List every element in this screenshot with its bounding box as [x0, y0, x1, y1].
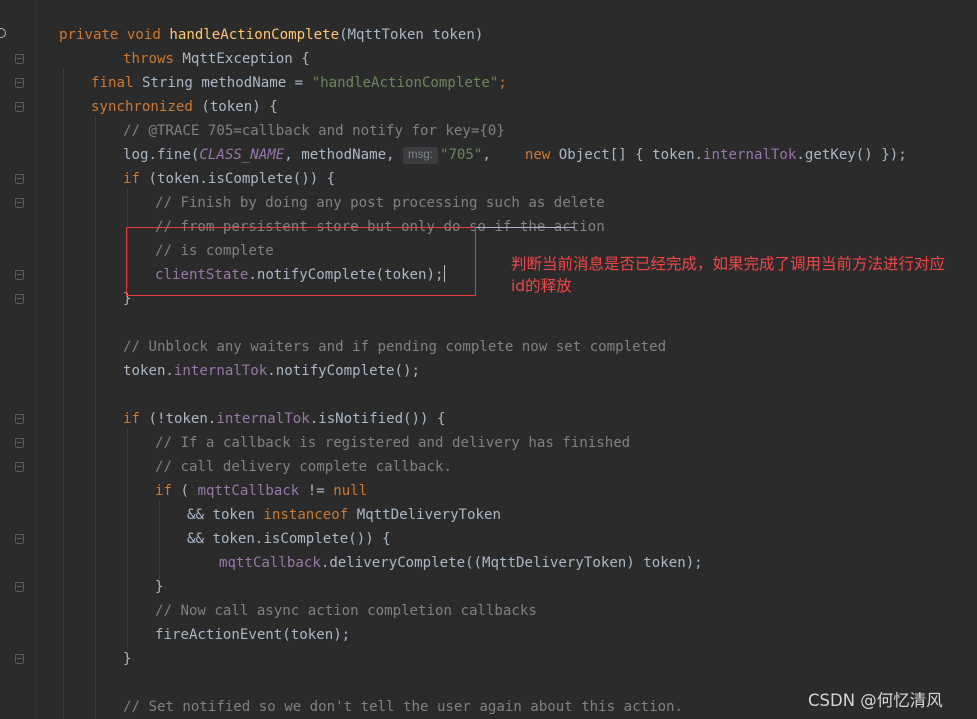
code-line[interactable]: && token instanceof MqttDeliveryToken — [187, 503, 501, 527]
keyword: throws — [123, 51, 174, 67]
code-line[interactable]: if (!token.internalTok.isNotified()) { — [123, 407, 445, 431]
code-text: , methodName, — [284, 147, 404, 163]
fold-icon[interactable] — [15, 534, 24, 544]
fold-icon[interactable] — [15, 198, 24, 208]
gutter-divider — [36, 0, 37, 719]
code-comment[interactable]: // Now call async action completion call… — [155, 599, 537, 623]
code-text: MqttDeliveryToken — [356, 507, 501, 523]
field-name: mqttCallback — [197, 483, 300, 499]
code-line[interactable]: fireActionEvent(token); — [155, 623, 350, 647]
method-name: handleActionComplete — [169, 27, 340, 43]
code-text: token. — [123, 363, 174, 379]
code-line[interactable]: private void handleActionComplete(MqttTo… — [59, 23, 483, 47]
keyword: instanceof — [263, 507, 349, 523]
field-name: mqttCallback — [219, 555, 321, 571]
code-line[interactable]: if (token.isComplete()) { — [123, 167, 335, 191]
code-text: && token.isComplete()) { — [187, 531, 391, 547]
code-line[interactable]: log.fine(CLASS_NAME, methodName, msg: "70… — [123, 143, 907, 167]
field-name: internalTok — [703, 147, 797, 163]
indent-guide — [95, 116, 96, 719]
code-comment[interactable]: // @TRACE 705=callback and notify for ke… — [123, 119, 505, 143]
fold-icon[interactable] — [15, 462, 24, 472]
fold-icon[interactable] — [15, 654, 24, 664]
code-text: } — [155, 579, 164, 595]
indent-guide — [159, 500, 160, 580]
fold-icon[interactable] — [15, 582, 24, 592]
field-name: internalTok — [173, 363, 268, 379]
fold-icon[interactable] — [15, 414, 24, 424]
code-text: fireActionEvent(token); — [155, 627, 351, 643]
fold-icon[interactable] — [15, 294, 24, 304]
code-text: (MqttToken token) — [339, 27, 484, 43]
gutter-marker-icon[interactable] — [0, 28, 6, 38]
code-line[interactable]: final String methodName = "handleActionC… — [91, 71, 507, 95]
code-text: && token — [187, 507, 264, 523]
keyword: if — [155, 483, 172, 499]
code-comment[interactable]: // Set notified so we don't tell the use… — [123, 695, 683, 719]
code-comment[interactable]: // Unblock any waiters and if pending co… — [123, 335, 666, 359]
keyword: if — [123, 411, 140, 427]
code-text: .notifyComplete(); — [267, 363, 420, 379]
code-text: != — [299, 483, 334, 499]
code-line[interactable]: mqttCallback.deliveryComplete((MqttDeliv… — [219, 551, 703, 575]
keyword: synchronized — [91, 99, 193, 115]
code-line[interactable]: if ( mqttCallback != null — [155, 479, 367, 503]
code-line[interactable]: && token.isComplete()) { — [187, 527, 391, 551]
code-line[interactable]: throws MqttException { — [123, 47, 310, 71]
code-text: MqttException { — [182, 51, 310, 67]
fold-icon[interactable] — [15, 174, 24, 184]
string-literal: "705" — [439, 147, 483, 163]
code-line[interactable]: } — [155, 575, 164, 599]
keyword: private — [59, 27, 119, 43]
keyword: new — [524, 147, 551, 163]
fold-icon[interactable] — [15, 270, 24, 280]
code-text: Object[] { token. — [558, 147, 704, 163]
code-text: log.fine( — [123, 147, 200, 163]
fold-icon[interactable] — [15, 102, 24, 112]
code-comment[interactable]: // Finish by doing any post processing s… — [155, 191, 605, 215]
fold-icon[interactable] — [15, 438, 24, 448]
code-text: String methodName = — [141, 75, 312, 91]
code-text: .deliveryComplete((MqttDeliveryToken) to… — [320, 555, 703, 571]
indent-guide — [63, 68, 64, 719]
code-text: (token.isComplete()) { — [148, 171, 336, 187]
code-text: ; — [498, 75, 507, 91]
code-line[interactable]: synchronized (token) { — [91, 95, 278, 119]
code-line[interactable]: } — [123, 647, 132, 671]
code-text: .getKey() }); — [796, 147, 907, 163]
fold-icon[interactable] — [15, 54, 24, 64]
code-comment[interactable]: // call delivery complete callback. — [155, 455, 452, 479]
code-comment[interactable]: // If a callback is registered and deliv… — [155, 431, 630, 455]
watermark: CSDN @何忆清风 — [808, 691, 943, 710]
string-literal: "handleActionComplete" — [311, 75, 499, 91]
fold-icon[interactable] — [15, 78, 24, 88]
editor-gutter — [0, 0, 36, 719]
keyword: null — [333, 483, 368, 499]
annotation-box — [126, 227, 476, 296]
code-editor[interactable]: private void handleActionComplete(MqttTo… — [0, 0, 977, 719]
annotation-text: 判断当前消息是否已经完成，如果完成了调用当前方法进行对应 id的释放 — [511, 255, 946, 295]
code-text: } — [123, 651, 132, 667]
keyword: if — [123, 171, 140, 187]
code-text: (token) { — [201, 99, 278, 115]
parameter-hint: msg: — [403, 147, 438, 164]
code-line[interactable]: token.internalTok.notifyComplete(); — [123, 359, 420, 383]
keyword: void — [126, 27, 161, 43]
code-text: .isNotified()) { — [309, 411, 446, 427]
constant: CLASS_NAME — [199, 147, 285, 163]
keyword: final — [91, 75, 134, 91]
code-text: (!token. — [148, 411, 217, 427]
field-name: internalTok — [216, 411, 310, 427]
code-text: ( — [180, 483, 198, 499]
indent-guide — [127, 428, 128, 648]
